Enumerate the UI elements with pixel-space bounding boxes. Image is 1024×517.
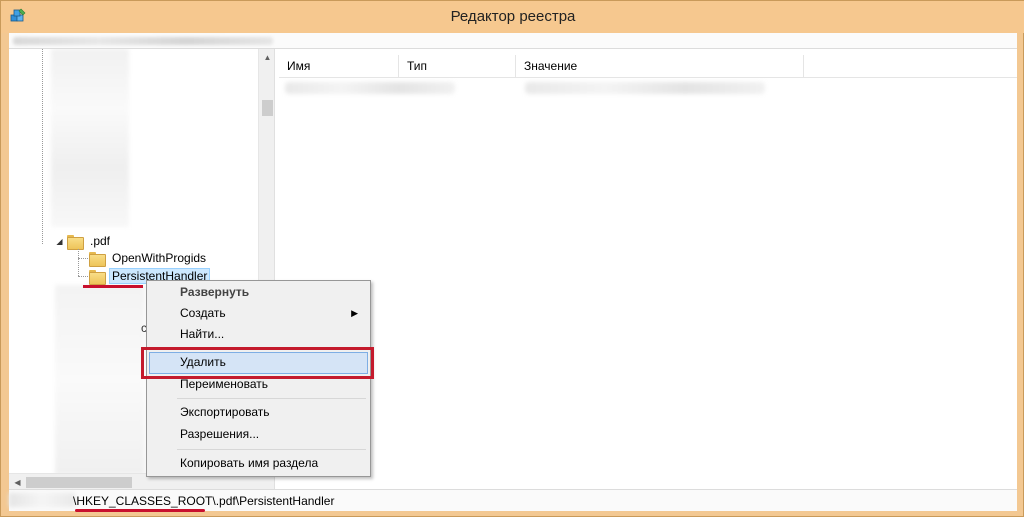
menu-item-create[interactable]: Создать ▶ (149, 303, 368, 325)
menu-separator (177, 449, 366, 450)
folder-icon (89, 269, 106, 285)
menu-item-label: Переименовать (180, 377, 268, 391)
menu-item-label: Развернуть (180, 285, 250, 299)
redacted-value-row (285, 82, 455, 94)
menu-item-label: Разрешения... (180, 427, 260, 441)
tree-node-openwithprogids[interactable]: OpenWithProgids (89, 249, 209, 267)
title-bar: Редактор реестра (1, 1, 1024, 33)
folder-icon (89, 251, 106, 267)
menu-item-copy-key-name[interactable]: Копировать имя раздела (149, 453, 368, 475)
menu-separator (177, 398, 366, 399)
redacted-tree-area-lower (55, 285, 145, 475)
red-annotation-frame (141, 347, 374, 379)
status-key-path: \HKEY_CLASSES_ROOT\.pdf\PersistentHandle… (73, 494, 335, 508)
collapse-arrow-icon[interactable]: ◢ (55, 237, 64, 246)
tree-node-pdf[interactable]: ◢ .pdf (55, 232, 113, 250)
redacted-value-data (525, 82, 765, 94)
redacted-tree-area (51, 49, 129, 227)
tree-node-label: .pdf (90, 234, 111, 248)
submenu-arrow-icon: ▶ (351, 308, 358, 318)
redacted-status-prefix (9, 493, 75, 507)
tree-connector (42, 49, 43, 244)
menu-item-export[interactable]: Экспортировать (149, 402, 368, 424)
registry-editor-window: Редактор реестра ◢ .pdf OpenWithProgids (0, 0, 1024, 517)
red-annotation-underline (75, 509, 205, 512)
menu-item-permissions[interactable]: Разрешения... (149, 424, 368, 446)
menu-bar-blur (13, 37, 273, 45)
menu-item-label: Экспортировать (180, 405, 270, 419)
menu-item-find[interactable]: Найти... (149, 324, 368, 346)
column-header-name[interactable]: Имя (279, 55, 399, 78)
tree-connector (78, 258, 88, 259)
scroll-up-icon[interactable]: ▲ (259, 49, 274, 66)
menu-item-label: Создать (180, 306, 226, 320)
menu-item-label: Копировать имя раздела (180, 456, 319, 470)
scroll-thumb[interactable] (262, 100, 273, 116)
status-bar: \HKEY_CLASSES_ROOT\.pdf\PersistentHandle… (9, 489, 1017, 512)
menu-item-expand[interactable]: Развернуть (149, 282, 368, 304)
scroll-left-icon[interactable]: ◀ (9, 474, 26, 490)
red-annotation-mark (83, 285, 143, 288)
tree-connector (78, 249, 79, 276)
folder-open-icon (67, 234, 84, 250)
menu-bar-redacted[interactable] (9, 33, 1017, 48)
list-header: Имя Тип Значение (279, 55, 1017, 78)
tree-node-label: OpenWithProgids (112, 251, 207, 265)
values-list-pane[interactable]: Имя Тип Значение (279, 49, 1017, 490)
scroll-thumb[interactable] (26, 477, 132, 488)
column-header-value[interactable]: Значение (516, 55, 804, 78)
window-title: Редактор реестра (450, 8, 576, 25)
column-header-type[interactable]: Тип (399, 55, 516, 78)
tree-connector (78, 276, 88, 277)
menu-item-label: Найти... (180, 327, 225, 341)
